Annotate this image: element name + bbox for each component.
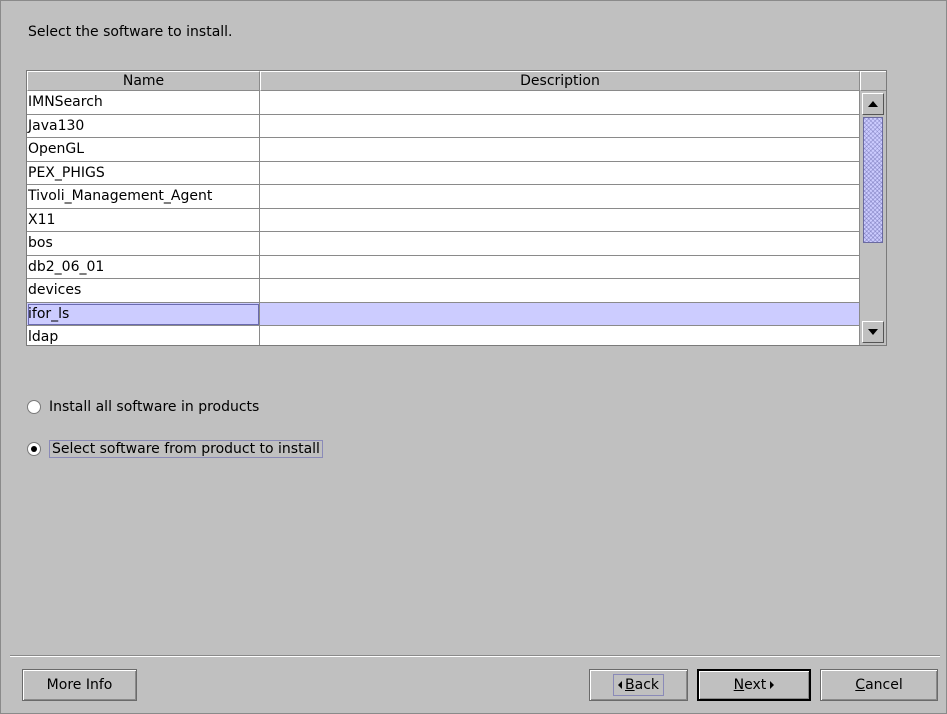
table-row[interactable]: Java130 [27, 114, 860, 138]
table-row-selected[interactable]: ifor_ls [27, 302, 860, 326]
scroll-up-button[interactable] [862, 93, 884, 115]
cell-description [260, 91, 860, 115]
table-row[interactable]: X11 [27, 208, 860, 232]
page-title: Select the software to install. [28, 24, 233, 40]
table-row[interactable]: bos [27, 232, 860, 256]
next-arrow-icon [770, 681, 775, 689]
select-software-option[interactable]: Select software from product to install [27, 440, 323, 458]
table-row[interactable]: Tivoli_Management_Agent [27, 185, 860, 209]
cell-name: devices [27, 279, 260, 303]
table-header: Name Description [27, 71, 860, 91]
cell-name: PEX_PHIGS [27, 161, 260, 185]
cell-description [260, 302, 860, 326]
install-all-option[interactable]: Install all software in products [27, 399, 259, 415]
cell-description [260, 255, 860, 279]
cell-description [260, 232, 860, 256]
select-software-label: Select software from product to install [49, 440, 323, 458]
table-body: IMNSearch Java130 OpenGL PEX_PHIGS Tivol… [27, 91, 860, 345]
cancel-mnemonic: C [855, 677, 866, 693]
cell-name: ifor_ls [27, 302, 260, 326]
back-label: ack [634, 677, 659, 693]
next-mnemonic: N [733, 677, 745, 693]
software-table: Name Description IMNSearch Java130 OpenG… [26, 70, 887, 346]
cancel-button[interactable]: Cancel [820, 669, 938, 701]
cell-name: IMNSearch [27, 91, 260, 115]
table-row[interactable]: OpenGL [27, 138, 860, 162]
install-all-label: Install all software in products [49, 399, 260, 415]
more-info-button[interactable]: More Info [22, 669, 137, 701]
table-corner [860, 71, 886, 91]
next-label: ext [744, 677, 767, 693]
more-info-label: More Info [46, 677, 113, 693]
cancel-label: ancel [865, 677, 903, 693]
cell-description [260, 185, 860, 209]
cell-description [260, 208, 860, 232]
install-all-radio[interactable] [27, 400, 41, 414]
column-header-description[interactable]: Description [260, 71, 860, 91]
scroll-down-button[interactable] [862, 321, 884, 343]
scroll-thumb[interactable] [863, 117, 883, 243]
table-row[interactable]: db2_06_01 [27, 255, 860, 279]
cell-description [260, 326, 860, 345]
vertical-scrollbar[interactable] [860, 91, 886, 345]
back-arrow-icon [618, 681, 622, 689]
cell-name: X11 [27, 208, 260, 232]
table-row[interactable]: ldap [27, 326, 860, 345]
cell-description [260, 138, 860, 162]
column-header-name[interactable]: Name [27, 71, 260, 91]
cell-name: ldap [27, 326, 260, 345]
table-row[interactable]: PEX_PHIGS [27, 161, 860, 185]
select-software-radio[interactable] [27, 442, 41, 456]
table-row[interactable]: devices [27, 279, 860, 303]
button-bar-divider [10, 655, 940, 657]
back-button[interactable]: Back [589, 669, 688, 701]
arrow-up-icon [868, 101, 878, 107]
cell-name: Java130 [27, 114, 260, 138]
cell-name: OpenGL [27, 138, 260, 162]
next-button[interactable]: Next [697, 669, 811, 701]
cell-name: bos [27, 232, 260, 256]
cell-name: Tivoli_Management_Agent [27, 185, 260, 209]
cell-description [260, 279, 860, 303]
arrow-down-icon [868, 329, 878, 335]
cell-description [260, 161, 860, 185]
back-mnemonic: B [625, 677, 635, 693]
table-row[interactable]: IMNSearch [27, 91, 860, 115]
cell-description [260, 114, 860, 138]
cell-name: db2_06_01 [27, 255, 260, 279]
